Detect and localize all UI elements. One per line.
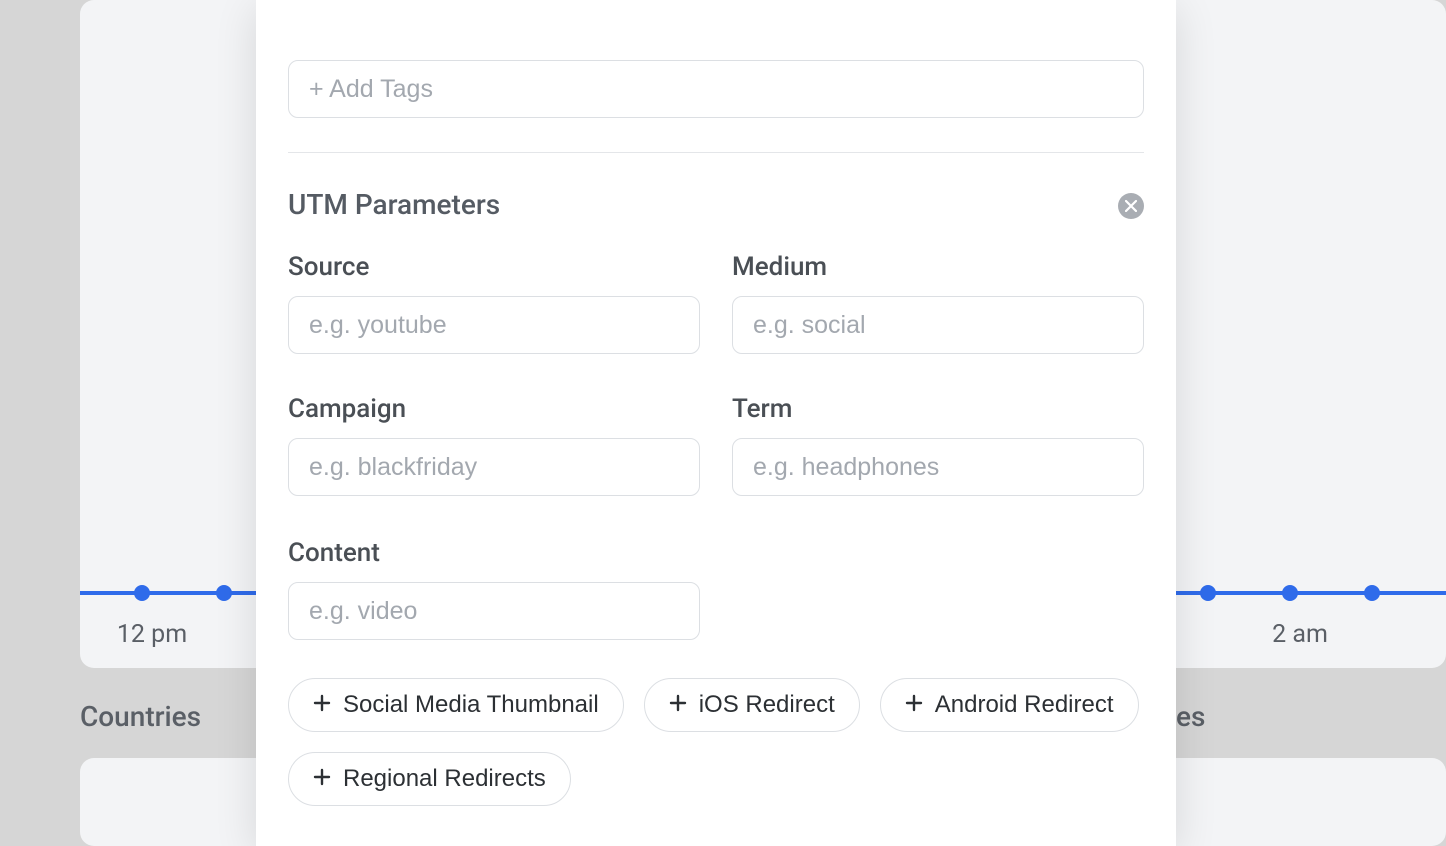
link-settings-modal: UTM Parameters Source Medium Campaign Te… [256, 0, 1176, 846]
chip-label: Social Media Thumbnail [343, 691, 599, 719]
utm-medium-label: Medium [732, 252, 1144, 282]
close-icon [1125, 197, 1137, 216]
section-divider [288, 152, 1144, 153]
chart-data-point [1364, 585, 1380, 601]
plus-icon [313, 691, 331, 719]
utm-source-label: Source [288, 252, 700, 282]
chart-axis-label: 12 pm [117, 620, 187, 649]
tags-input[interactable] [288, 60, 1144, 118]
add-android-redirect-chip[interactable]: Android Redirect [880, 678, 1139, 732]
utm-campaign-label: Campaign [288, 394, 700, 424]
close-utm-section-button[interactable] [1118, 193, 1144, 219]
plus-icon [313, 765, 331, 793]
utm-campaign-input[interactable] [288, 438, 700, 496]
chart-data-point [1200, 585, 1216, 601]
chip-label: Regional Redirects [343, 765, 546, 793]
additional-options-chips: Social Media Thumbnail iOS Redirect Andr… [288, 678, 1144, 806]
chip-label: iOS Redirect [699, 691, 835, 719]
countries-heading: Countries [80, 700, 201, 733]
utm-medium-input[interactable] [732, 296, 1144, 354]
utm-parameters-heading: UTM Parameters [288, 188, 500, 221]
utm-term-label: Term [732, 394, 1144, 424]
utm-campaign-field: Campaign [288, 394, 700, 496]
chart-data-point [134, 585, 150, 601]
add-social-thumbnail-chip[interactable]: Social Media Thumbnail [288, 678, 624, 732]
partial-heading: es [1176, 700, 1205, 733]
chart-axis-label: 2 am [1272, 620, 1328, 649]
plus-icon [669, 691, 687, 719]
utm-content-input[interactable] [288, 582, 700, 640]
chart-data-point [1282, 585, 1298, 601]
utm-medium-field: Medium [732, 252, 1144, 354]
chip-label: Android Redirect [935, 691, 1114, 719]
chart-data-point [216, 585, 232, 601]
utm-source-input[interactable] [288, 296, 700, 354]
add-regional-redirects-chip[interactable]: Regional Redirects [288, 752, 571, 806]
utm-content-field: Content [288, 538, 700, 640]
utm-source-field: Source [288, 252, 700, 354]
utm-term-field: Term [732, 394, 1144, 496]
plus-icon [905, 691, 923, 719]
utm-term-input[interactable] [732, 438, 1144, 496]
add-ios-redirect-chip[interactable]: iOS Redirect [644, 678, 860, 732]
utm-content-label: Content [288, 538, 700, 568]
